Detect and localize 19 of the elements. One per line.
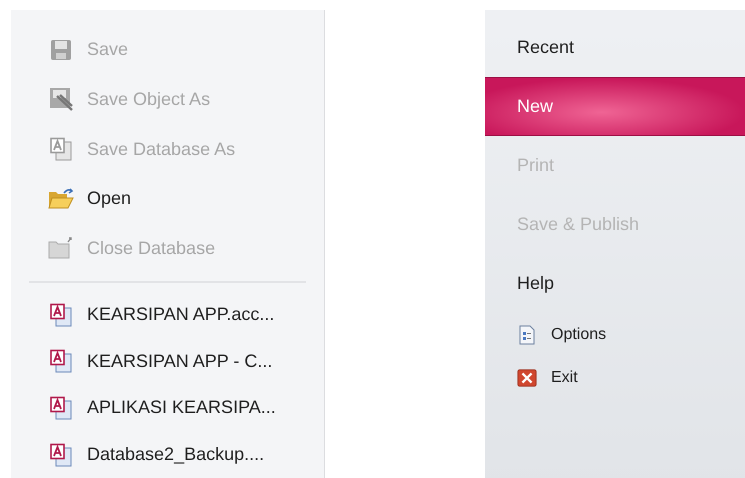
access-file-icon	[49, 396, 73, 420]
open-folder-icon	[47, 186, 75, 211]
menu-item[interactable]: Open	[11, 174, 324, 224]
nav-tab[interactable]: Help	[485, 254, 745, 313]
access-file-icon	[49, 137, 73, 162]
recent-file-item[interactable]: KEARSIPAN APP - C...	[11, 338, 324, 385]
access-file-icon	[49, 442, 73, 467]
access-file-icon	[49, 349, 73, 374]
nav-tab[interactable]: Recent	[485, 18, 745, 77]
options-document-icon	[518, 324, 536, 344]
close-icon	[517, 368, 537, 388]
access-file-icon	[49, 302, 73, 327]
nav-command[interactable]: Exit	[485, 356, 745, 399]
nav-command[interactable]: Options	[485, 313, 745, 356]
nav-tab[interactable]: New	[485, 77, 745, 136]
recent-file-item[interactable]: APLIKASI KEARSIPA...	[11, 384, 324, 432]
recent-file-item[interactable]: KEARSIPAN APP.acc...	[11, 291, 324, 338]
recent-file-item[interactable]: Database2_Backup....	[11, 431, 324, 478]
save-object-icon	[48, 86, 74, 112]
